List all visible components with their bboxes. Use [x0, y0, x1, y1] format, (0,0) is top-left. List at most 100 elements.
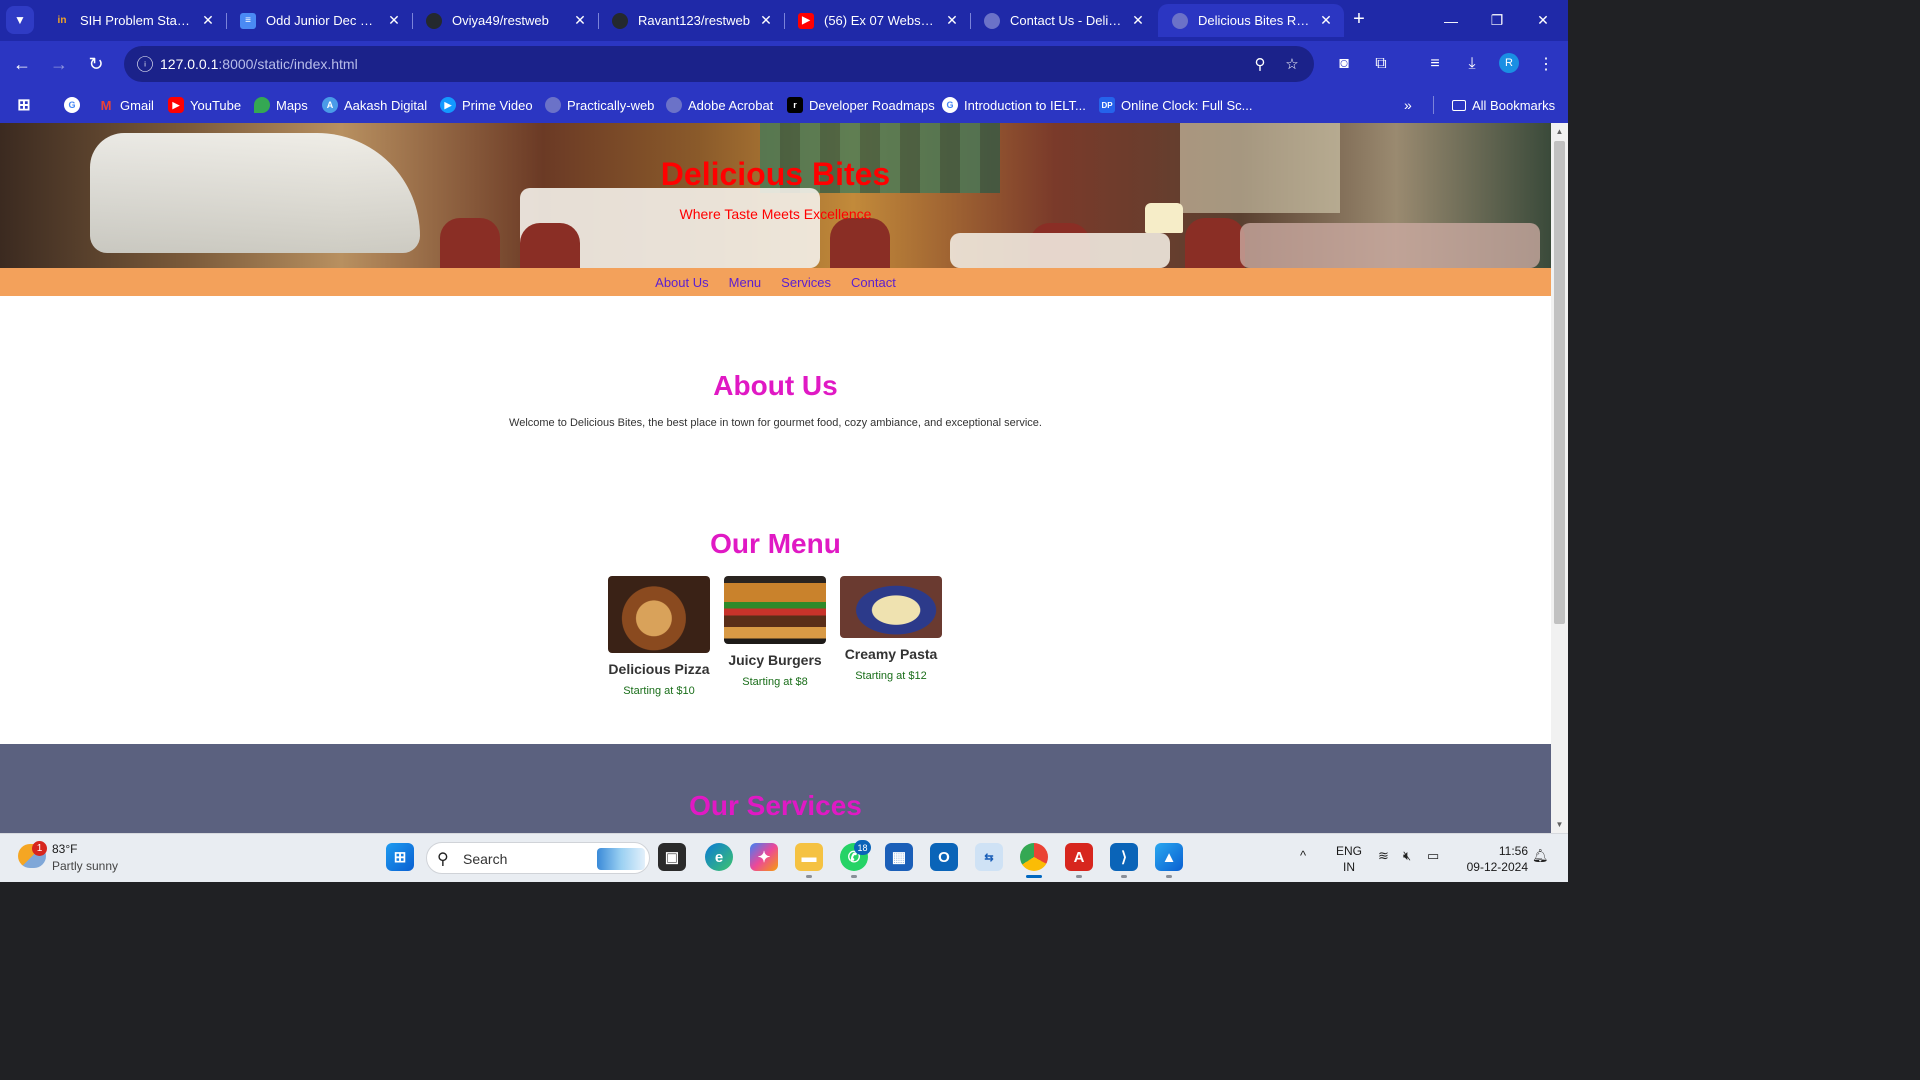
address-bar[interactable]: i 127.0.0.1:8000/static/index.html ⚲ ☆ [124, 46, 1314, 82]
hero-bg-chair [1185, 218, 1245, 268]
scroll-up-icon[interactable]: ▲ [1555, 127, 1564, 136]
restore-icon[interactable]: ❐ [1474, 0, 1520, 41]
chrome-icon[interactable] [1020, 843, 1048, 871]
media-control-icon[interactable]: ≡ [1424, 53, 1446, 75]
bookmark-ielts[interactable]: G Introduction to IELT... [942, 94, 1086, 116]
bookmark-online-clock[interactable]: DP Online Clock: Full Sc... [1099, 94, 1253, 116]
hero-bg-chair [520, 223, 580, 268]
google-icon: G [942, 97, 958, 113]
copilot-icon[interactable]: ✦ [750, 843, 778, 871]
bookmark-google[interactable]: G [64, 94, 86, 116]
volume-muted-icon[interactable]: 🔇︎ [1403, 848, 1411, 864]
wifi-icon[interactable]: ≋ [1378, 848, 1389, 864]
pasta-image [840, 576, 942, 638]
more-menu-icon[interactable]: ⋮ [1535, 53, 1557, 75]
close-window-icon[interactable]: ✕ [1520, 0, 1566, 41]
tab-contact-us[interactable]: Contact Us - Delicious ✕ [970, 4, 1156, 37]
tray-overflow-icon[interactable]: ^ [1300, 848, 1306, 863]
battery-icon[interactable]: ▭ [1427, 848, 1439, 864]
google-docs-icon: ≡ [240, 12, 256, 29]
incognito-extension-icon[interactable]: ◙ [1333, 53, 1355, 75]
tab-search-chevron-icon[interactable]: ▼ [6, 6, 34, 34]
globe-icon [545, 97, 561, 113]
nav-link-about[interactable]: About Us [655, 275, 708, 290]
close-icon[interactable]: ✕ [1318, 12, 1334, 29]
close-icon[interactable]: ✕ [1130, 12, 1146, 29]
file-explorer-icon[interactable]: ▬ [795, 843, 823, 871]
forward-icon[interactable]: → [45, 50, 73, 78]
language-indicator[interactable]: ENG IN [1336, 843, 1362, 875]
zoom-icon[interactable]: ⚲ [1250, 54, 1270, 74]
page-scrollbar[interactable]: ▲ ▼ [1551, 123, 1568, 833]
outlook-icon[interactable]: O [930, 843, 958, 871]
tab-ravant-restweb[interactable]: Ravant123/restweb ✕ [598, 4, 784, 37]
github-icon [426, 12, 442, 29]
hero-bg-table [950, 233, 1170, 268]
tab-youtube-ex07[interactable]: ▶ (56) Ex 07 Website for ✕ [784, 4, 970, 37]
bookmark-practically-web[interactable]: Practically-web [545, 94, 654, 116]
taskbar-search[interactable]: ⚲ Search [426, 842, 650, 874]
unstop-icon: in [54, 12, 70, 29]
site-nav: About Us Menu Services Contact [0, 268, 1551, 296]
tab-sih[interactable]: in SIH Problem Statements ✕ [40, 4, 226, 37]
all-bookmarks-button[interactable]: All Bookmarks [1452, 94, 1555, 116]
tab-odd-junior[interactable]: ≡ Odd Junior Dec 2024 ✕ [226, 4, 412, 37]
edge-icon[interactable]: e [705, 843, 733, 871]
start-windows-icon[interactable]: ⊞ [386, 843, 414, 871]
nav-link-services[interactable]: Services [781, 275, 831, 290]
scrollbar-thumb[interactable] [1554, 141, 1565, 624]
bookmark-aakash-digital[interactable]: A Aakash Digital [322, 94, 427, 116]
bookmark-star-icon[interactable]: ☆ [1282, 54, 1302, 74]
bookmark-adobe-acrobat[interactable]: Adobe Acrobat [666, 94, 773, 116]
close-icon[interactable]: ✕ [944, 12, 960, 29]
bookmark-youtube[interactable]: ▶ YouTube [168, 94, 241, 116]
photos-icon[interactable]: ▲ [1155, 843, 1183, 871]
globe-icon [984, 12, 1000, 29]
search-label: Search [463, 851, 508, 867]
settings-app-icon[interactable]: ⇆ [975, 843, 1003, 871]
search-highlight-image [597, 848, 645, 870]
nav-link-contact[interactable]: Contact [851, 275, 896, 290]
tab-oviya-restweb[interactable]: Oviya49/restweb ✕ [412, 4, 598, 37]
close-icon[interactable]: ✕ [572, 12, 588, 29]
close-icon[interactable]: ✕ [200, 12, 216, 29]
profile-avatar[interactable]: R [1499, 53, 1519, 73]
task-view-icon[interactable]: ▣ [658, 843, 686, 871]
tab-delicious-bites[interactable]: Delicious Bites Restaurant ✕ [1158, 4, 1344, 37]
burger-image [724, 576, 826, 644]
running-indicator [1121, 875, 1127, 878]
maps-icon [254, 97, 270, 113]
bookmark-gmail[interactable]: M Gmail [98, 94, 154, 116]
scroll-down-icon[interactable]: ▼ [1555, 820, 1564, 829]
more-bookmarks-icon[interactable]: » [1404, 94, 1412, 116]
close-icon[interactable]: ✕ [758, 12, 774, 29]
nav-link-menu[interactable]: Menu [729, 275, 762, 290]
acrobat-icon[interactable]: A [1065, 843, 1093, 871]
youtube-icon: ▶ [168, 97, 184, 113]
whatsapp-badge: 18 [854, 840, 871, 855]
vscode-icon[interactable]: ⟩ [1110, 843, 1138, 871]
site-info-icon[interactable]: i [137, 56, 153, 72]
tab-strip: ▼ in SIH Problem Statements ✕ ≡ Odd Juni… [0, 0, 1568, 41]
hero-bg-table [1240, 223, 1540, 268]
download-icon[interactable]: ⤓ [1461, 53, 1483, 75]
running-indicator [851, 875, 857, 878]
system-clock[interactable]: 11:56 09-12-2024 [1456, 843, 1528, 875]
bookmark-developer-roadmaps[interactable]: r Developer Roadmaps [787, 94, 935, 116]
close-icon[interactable]: ✕ [386, 12, 402, 29]
tab-title: Delicious Bites Restaurant [1198, 13, 1310, 28]
back-icon[interactable]: ← [8, 50, 36, 78]
reload-icon[interactable]: ↻ [82, 50, 110, 78]
notification-bell-icon[interactable]: 🔔︎ [1532, 848, 1549, 864]
bookmark-maps[interactable]: Maps [254, 94, 308, 116]
pizza-image [608, 576, 710, 653]
weather-temp: 83°F [52, 842, 78, 856]
minimize-icon[interactable]: — [1428, 0, 1474, 41]
microsoft-store-icon[interactable]: ▦ [885, 843, 913, 871]
menu-item-name: Juicy Burgers [728, 652, 822, 668]
apps-grid-icon[interactable]: ⊞ [16, 94, 38, 116]
search-icon: ⚲ [437, 851, 449, 868]
extensions-icon[interactable]: ⧉ [1370, 53, 1392, 75]
new-tab-icon[interactable]: + [1348, 8, 1370, 30]
bookmark-prime-video[interactable]: ▶ Prime Video [440, 94, 533, 116]
